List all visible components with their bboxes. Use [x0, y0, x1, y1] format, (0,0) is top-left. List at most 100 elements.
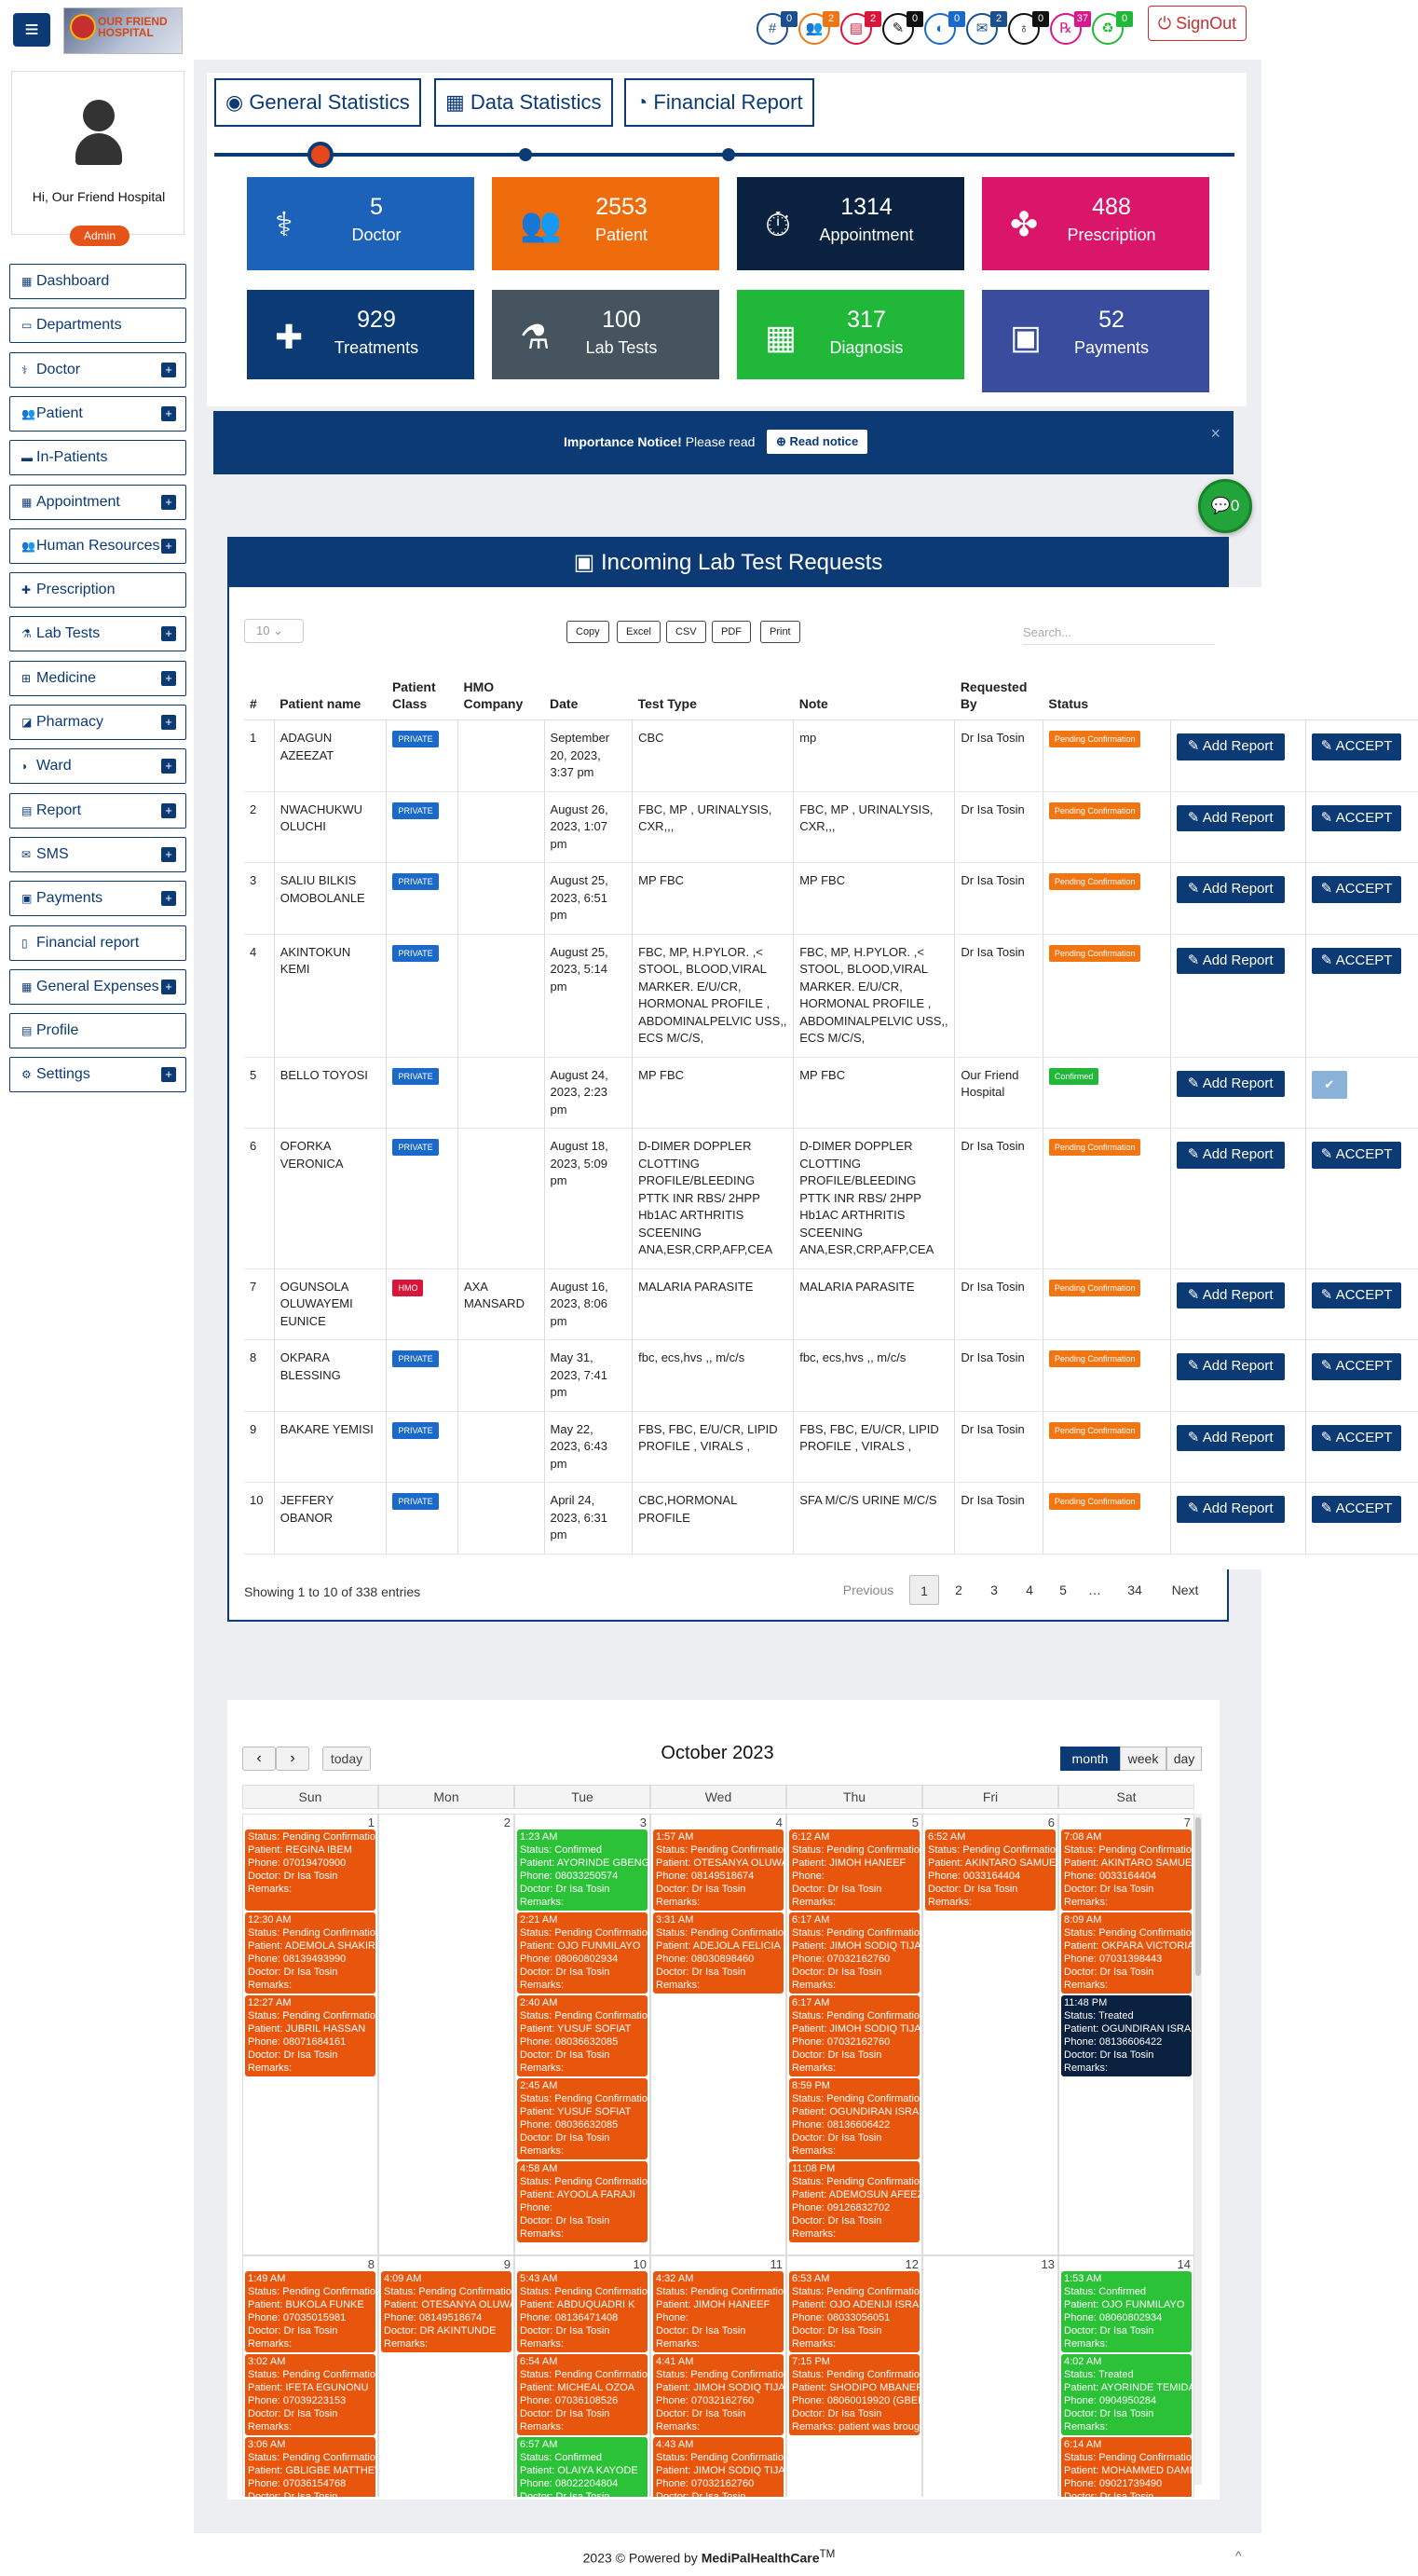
stat-card-prescription[interactable]: ✤ 488 Prescription: [982, 177, 1209, 270]
day-number[interactable]: 6: [1048, 1816, 1055, 1829]
calendar-event[interactable]: 4:58 AM Status: Pending Confirmation Patie…: [517, 2161, 648, 2242]
day-number[interactable]: 13: [1042, 2257, 1055, 2271]
sidebar-item-dashboard[interactable]: ▦ Dashboard: [9, 264, 186, 299]
tab-general-statistics[interactable]: ◉ General Statistics: [214, 78, 421, 127]
tab-financial-report[interactable]: ◔ Financial Report: [624, 78, 814, 127]
day-cell[interactable]: 9 4:09 AM Status: Pending Confirmation Pati…: [378, 2255, 514, 2497]
export-copy-button[interactable]: Copy: [566, 621, 609, 643]
day-cell[interactable]: 12 6:53 AM Status: Pending Confirmation Pat…: [786, 2255, 922, 2497]
export-excel-button[interactable]: Excel: [617, 621, 661, 643]
column-header[interactable]: Patient Class: [386, 677, 458, 720]
users-icon[interactable]: 👥 2: [798, 11, 839, 45]
pagination-next[interactable]: Next: [1161, 1575, 1209, 1605]
view-month-button[interactable]: month: [1060, 1747, 1120, 1771]
calendar-event[interactable]: 4:41 AM Status: Pending Confirmation Patie…: [653, 2354, 784, 2435]
day-number[interactable]: 10: [634, 2257, 647, 2271]
pagination-previous[interactable]: Previous: [835, 1575, 902, 1605]
column-header[interactable]: Date: [544, 677, 633, 720]
calendar-event[interactable]: 2:40 AM Status: Pending Confirmation Patie…: [517, 1995, 648, 2076]
pagination-page[interactable]: 3: [978, 1575, 1010, 1605]
column-header[interactable]: [1305, 677, 1418, 720]
day-cell[interactable]: 4 1:57 AM Status: Pending Confirmation Pati…: [650, 1814, 786, 2255]
add-report-button[interactable]: ✎ Add Report: [1176, 804, 1285, 831]
expand-icon[interactable]: +: [161, 1067, 176, 1083]
add-report-button[interactable]: ✎ Add Report: [1176, 1070, 1285, 1097]
add-report-button[interactable]: ✎ Add Report: [1176, 876, 1285, 903]
accept-button[interactable]: ✎ ACCEPT: [1311, 733, 1402, 760]
calendar-event[interactable]: 1:53 AM Status: Confirmed Patient: OJO FUN…: [1061, 2271, 1192, 2352]
sidebar-item-departments[interactable]: ▭ Departments: [9, 308, 186, 344]
calendar-event[interactable]: 6:14 AM Status: Pending Confirmation Patie…: [1061, 2437, 1192, 2497]
day-cell[interactable]: 1 Status: Pending Confirmation Patient: RE…: [242, 1814, 378, 2255]
add-report-button[interactable]: ✎ Add Report: [1176, 1496, 1285, 1523]
pagination-page[interactable]: 1: [909, 1575, 939, 1605]
day-number[interactable]: 12: [906, 2257, 919, 2271]
back-to-top-icon[interactable]: ^: [1235, 2548, 1242, 2563]
column-header[interactable]: HMO Company: [457, 677, 545, 720]
recycle-icon[interactable]: ♻ 0: [1092, 11, 1133, 45]
sidebar-item-human-resources[interactable]: 👥Human Resources +: [9, 528, 186, 564]
calendar-event[interactable]: 7:08 AM Status: Pending Confirmation Patie…: [1061, 1829, 1192, 1911]
sidebar-item-report[interactable]: ▤ Report +: [9, 792, 186, 829]
sidebar-item-financial-report[interactable]: ▯ Financial report: [9, 925, 186, 961]
day-cell[interactable]: 8 1:49 AM Status: Pending Confirmation Pati…: [242, 2255, 378, 2497]
menu-toggle-button[interactable]: ≡: [13, 13, 50, 47]
view-day-button[interactable]: day: [1166, 1747, 1202, 1771]
calendar-scrollbar[interactable]: [1194, 1814, 1202, 2485]
column-header[interactable]: Patient name: [274, 677, 387, 720]
day-cell[interactable]: 3 1:23 AM Status: Confirmed Patient: AYORIN…: [514, 1814, 650, 2255]
calendar-next-button[interactable]: ›: [276, 1747, 309, 1771]
stat-card-payments[interactable]: ▣ 52 Payments: [982, 290, 1209, 392]
accept-button[interactable]: ✎ ACCEPT: [1311, 1353, 1402, 1380]
progress-step[interactable]: [722, 148, 735, 161]
pills-icon[interactable]: ◐ 0: [924, 11, 965, 45]
calendar-event[interactable]: 4:43 AM Status: Pending Confirmation Patie…: [653, 2437, 784, 2497]
clipboard-icon[interactable]: ▤ 2: [840, 11, 881, 45]
column-header[interactable]: Requested By: [954, 677, 1043, 720]
day-number[interactable]: 7: [1184, 1816, 1191, 1829]
day-number[interactable]: 9: [504, 2257, 511, 2271]
page-size-select[interactable]: 10 ⌄: [244, 619, 304, 643]
export-print-button[interactable]: Print: [760, 621, 800, 643]
day-cell[interactable]: 7 7:08 AM Status: Pending Confirmation Pati…: [1058, 1814, 1194, 2255]
accept-button[interactable]: ✎ ACCEPT: [1311, 1281, 1402, 1309]
export-csv-button[interactable]: CSV: [666, 621, 706, 643]
calendar-event[interactable]: 7:15 PM Status: Pending Confirmation Patie…: [789, 2354, 920, 2435]
accept-button[interactable]: ✎ ACCEPT: [1311, 804, 1402, 831]
chat-icon[interactable]: ✉ 2: [966, 11, 1007, 45]
expand-icon[interactable]: +: [161, 979, 176, 994]
chat-button[interactable]: 💬0: [1198, 479, 1252, 533]
pagination-page[interactable]: 4: [1014, 1575, 1045, 1605]
day-cell[interactable]: 6 6:52 AM Status: Pending Confirmation Pati…: [922, 1814, 1058, 2255]
close-icon[interactable]: ×: [1210, 424, 1220, 444]
calendar-event[interactable]: 3:31 AM Status: Pending Confirmation Patie…: [653, 1912, 784, 1994]
calendar-event[interactable]: 2:21 AM Status: Pending Confirmation Patie…: [517, 1912, 648, 1994]
signout-button[interactable]: ⏻ SignOut: [1148, 6, 1247, 41]
day-number[interactable]: 14: [1178, 2257, 1191, 2271]
stat-card-patient[interactable]: 👥 2553 Patient: [492, 177, 719, 270]
expand-icon[interactable]: +: [161, 494, 176, 510]
stat-card-doctor[interactable]: ⚕ 5 Doctor: [247, 177, 474, 270]
calendar-event[interactable]: 1:49 AM Status: Pending Confirmation Patie…: [245, 2271, 375, 2352]
calendar-event[interactable]: 1:23 AM Status: Confirmed Patient: AYORIND…: [517, 1829, 648, 1911]
calendar-event[interactable]: 12:30 AM Status: Pending Confirmation Pati…: [245, 1912, 375, 1994]
day-number[interactable]: 2: [504, 1816, 511, 1829]
add-report-button[interactable]: ✎ Add Report: [1176, 1353, 1285, 1380]
tab-data-statistics[interactable]: ▦ Data Statistics: [434, 78, 613, 127]
calendar-event[interactable]: 8:09 AM Status: Pending Confirmation Patie…: [1061, 1912, 1192, 1994]
accept-button[interactable]: ✎ ACCEPT: [1311, 947, 1402, 974]
expand-icon[interactable]: +: [161, 362, 176, 377]
column-header[interactable]: Note: [793, 677, 955, 720]
calendar-event[interactable]: 6:12 AM Status: Pending Confirmation Patie…: [789, 1829, 920, 1911]
calendar-event[interactable]: 11:48 PM Status: Treated Patient: OGUNDIRA…: [1061, 1995, 1192, 2076]
day-cell[interactable]: 14 1:53 AM Status: Confirmed Patient: OJO F…: [1058, 2255, 1194, 2497]
sidebar-item-medicine[interactable]: ⊞ Medicine +: [9, 660, 186, 696]
sidebar-item-pharmacy[interactable]: ◪ Pharmacy +: [9, 705, 186, 740]
add-report-button[interactable]: ✎ Add Report: [1176, 947, 1285, 974]
column-header[interactable]: [1170, 677, 1306, 720]
calendar-event[interactable]: 12:27 AM Status: Pending Confirmation Pati…: [245, 1995, 375, 2076]
day-number[interactable]: 3: [640, 1816, 647, 1829]
column-header[interactable]: Test Type: [632, 677, 794, 720]
calendar-event[interactable]: 11:08 PM Status: Pending Confirmation Pati…: [789, 2161, 920, 2242]
calendar-event[interactable]: 3:02 AM Status: Pending Confirmation Patie…: [245, 2354, 375, 2435]
